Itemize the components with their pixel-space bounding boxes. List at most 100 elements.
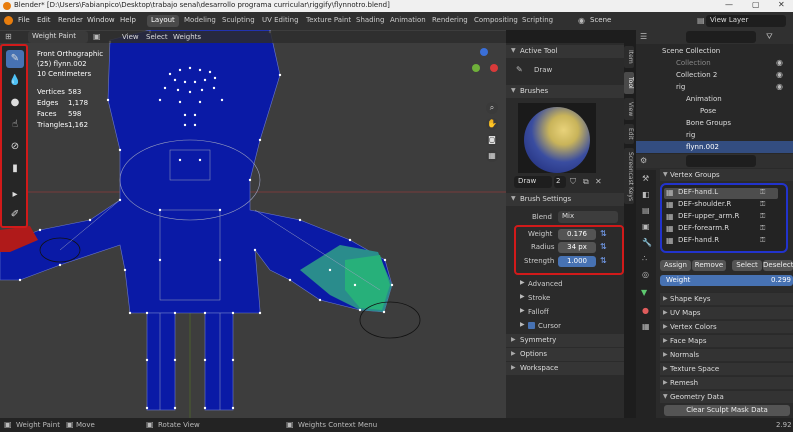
tab-scripting[interactable]: Scripting — [518, 15, 557, 27]
maximize-button[interactable]: ▢ — [752, 0, 760, 9]
remove-button[interactable]: Remove — [692, 260, 726, 271]
mode-selector[interactable]: Weight Paint — [28, 31, 88, 43]
sample-weight-tool[interactable]: ⊘ — [6, 138, 24, 156]
output-tab-icon[interactable]: ▤ — [642, 206, 650, 215]
brush-name-field[interactable]: Draw — [514, 176, 552, 188]
lock-icon[interactable]: ⚿ — [760, 236, 765, 245]
blender-menu-icon[interactable] — [4, 16, 13, 25]
annotate-tool[interactable]: ✐ — [6, 206, 24, 224]
shape-keys-header[interactable]: ▶ Shape Keys — [660, 292, 793, 305]
tab-shading[interactable]: Shading — [352, 15, 388, 27]
menu-view[interactable]: View — [122, 33, 139, 41]
geometry-data-header[interactable]: ▼ Geometry Data — [660, 390, 793, 403]
deselect-button[interactable]: Deselect — [763, 260, 793, 271]
average-tool[interactable]: ● — [6, 94, 24, 112]
draw-brush-tool[interactable]: ✎ — [6, 50, 24, 68]
brush-mode-icon[interactable]: ▣ — [93, 32, 101, 41]
radius-slider[interactable]: 34 px — [558, 242, 596, 253]
lock-icon[interactable]: ⚿ — [760, 188, 765, 197]
modifier-tab-icon[interactable]: 🔧 — [642, 238, 652, 247]
strength-slider[interactable]: 1.000 — [558, 256, 596, 267]
select-tool[interactable]: ▸ — [6, 186, 24, 204]
filter-icon[interactable]: ⛛ — [766, 32, 773, 42]
brush-settings-header[interactable]: ▼ Brush Settings — [506, 193, 624, 206]
navigation-gizmo[interactable] — [470, 48, 500, 88]
workspace-header[interactable]: ▶ Workspace — [506, 362, 624, 375]
tab-rendering[interactable]: Rendering — [428, 15, 472, 27]
pan-hand-icon[interactable]: ✋ — [486, 118, 498, 130]
clear-sculpt-mask-button[interactable]: Clear Sculpt Mask Data — [664, 405, 790, 416]
outliner-rig-data[interactable]: rig — [686, 131, 695, 139]
normals-header[interactable]: ▶ Normals — [660, 348, 793, 361]
outliner-animation[interactable]: Animation — [686, 95, 722, 103]
options-header[interactable]: ▶ Options — [506, 348, 624, 361]
axis-z-icon[interactable] — [480, 48, 488, 56]
smear-tool[interactable]: ☝ — [6, 116, 24, 134]
outliner-bone-groups[interactable]: Bone Groups — [686, 119, 731, 127]
tab-compositing[interactable]: Compositing — [470, 15, 522, 27]
tab-uv-editing[interactable]: UV Editing — [258, 15, 303, 27]
blend-dropdown[interactable]: Mix — [558, 211, 618, 223]
outliner-collection[interactable]: Collection — [676, 59, 711, 67]
axis-x-icon[interactable] — [490, 64, 498, 72]
camera-view-icon[interactable]: ◙ — [486, 134, 498, 146]
tab-texture-paint[interactable]: Texture Paint — [302, 15, 355, 27]
subsection-cursor[interactable]: Cursor — [538, 322, 561, 330]
strength-pressure-icon[interactable]: ⇅ — [600, 256, 607, 265]
assign-button[interactable]: Assign — [660, 260, 691, 271]
tab-edit[interactable]: Edit — [624, 124, 634, 144]
outliner-flynn-002[interactable]: flynn.002 — [686, 143, 719, 151]
outliner-type-icon[interactable]: ☰ — [640, 32, 647, 41]
menu-file[interactable]: File — [18, 16, 30, 24]
weight-pressure-icon[interactable]: ⇅ — [600, 229, 607, 238]
symmetry-header[interactable]: ▶ Symmetry — [506, 334, 624, 347]
particles-tab-icon[interactable]: ∴ — [642, 254, 647, 263]
material-tab-icon[interactable]: ● — [642, 306, 649, 315]
cursor-checkbox[interactable] — [528, 322, 535, 329]
outliner-search[interactable] — [686, 31, 756, 43]
duplicate-brush-icon[interactable]: ⧉ — [583, 177, 589, 187]
menu-window[interactable]: Window — [87, 16, 115, 24]
subsection-falloff[interactable]: Falloff — [528, 308, 549, 316]
menu-render[interactable]: Render — [58, 16, 83, 24]
eye-icon[interactable]: ◉ — [776, 82, 783, 91]
minimize-button[interactable]: — — [725, 0, 733, 9]
outliner-pose[interactable]: Pose — [700, 107, 716, 115]
subsection-stroke[interactable]: Stroke — [528, 294, 550, 302]
grid-toggle-icon[interactable]: ▦ — [486, 150, 498, 162]
axis-y-icon[interactable] — [472, 64, 480, 72]
properties-search[interactable] — [686, 155, 756, 167]
view-layer-selector[interactable]: View Layer — [706, 15, 786, 27]
zoom-icon[interactable]: ⌕ — [486, 102, 498, 114]
radius-pressure-icon[interactable]: ⇅ — [600, 242, 607, 251]
tab-tool[interactable]: Tool — [624, 72, 634, 94]
tab-sculpting[interactable]: Sculpting — [218, 15, 259, 27]
close-button[interactable]: ✕ — [778, 0, 785, 9]
tab-screencast-keys[interactable]: Screencast Keys — [624, 148, 634, 204]
tab-modeling[interactable]: Modeling — [180, 15, 220, 27]
eye-icon[interactable]: ◉ — [776, 70, 783, 79]
render-tab-icon[interactable]: ◧ — [642, 190, 650, 199]
vertex-colors-header[interactable]: ▶ Vertex Colors — [660, 320, 793, 333]
lock-icon[interactable]: ⚿ — [760, 212, 765, 221]
tab-animation[interactable]: Animation — [386, 15, 430, 27]
tab-view[interactable]: View — [624, 98, 634, 120]
delete-brush-icon[interactable]: ✕ — [595, 177, 602, 186]
active-tool-header[interactable]: ▼ Active Tool — [506, 45, 624, 58]
remesh-header[interactable]: ▶ Remesh — [660, 376, 793, 389]
data-tab-icon[interactable]: ▼ — [641, 288, 647, 297]
gradient-tool[interactable]: ▮ — [6, 160, 24, 178]
outliner-collection-2[interactable]: Collection 2 — [676, 71, 717, 79]
uv-maps-header[interactable]: ▶ UV Maps — [660, 306, 793, 319]
tab-item[interactable]: Item — [624, 46, 634, 68]
vertex-groups-header[interactable]: ▼ Vertex Groups — [660, 168, 793, 181]
face-maps-header[interactable]: ▶ Face Maps — [660, 334, 793, 347]
eye-icon[interactable]: ◉ — [776, 58, 783, 67]
weight-slider[interactable]: 0.176 — [558, 229, 596, 240]
texture-space-header[interactable]: ▶ Texture Space — [660, 362, 793, 375]
outliner-rig[interactable]: rig — [676, 83, 685, 91]
object-tab-icon[interactable]: ▣ — [642, 222, 650, 231]
subsection-advanced[interactable]: Advanced — [528, 280, 563, 288]
menu-help[interactable]: Help — [120, 16, 136, 24]
lock-icon[interactable]: ⚿ — [760, 224, 765, 233]
